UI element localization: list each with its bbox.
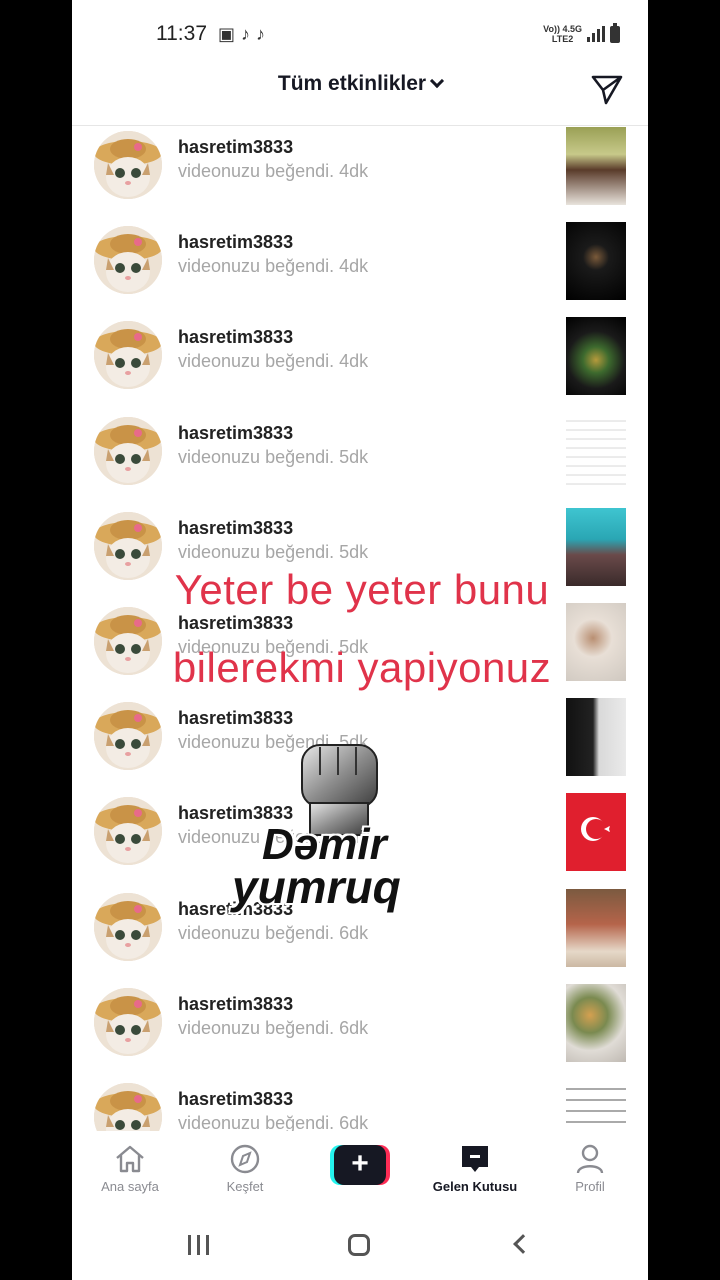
tiktok-icon: ♪ xyxy=(241,24,251,44)
username[interactable]: hasretim3833 xyxy=(178,327,293,348)
activity-text: videonuzu beğendi. 4dk xyxy=(178,256,368,277)
tiktok-icon: ♪ xyxy=(256,24,266,44)
video-thumbnail[interactable] xyxy=(566,317,626,396)
page-title: Tüm etkinlikler xyxy=(277,72,427,95)
activity-action: videonuzu beğendi. xyxy=(178,1017,335,1038)
video-thumbnail[interactable] xyxy=(566,1078,626,1131)
home-button[interactable] xyxy=(348,1234,370,1256)
tab-profile[interactable]: Profil xyxy=(540,1143,640,1194)
video-thumbnail[interactable] xyxy=(566,888,626,967)
activity-list: hasretim3833 videonuzu beğendi. 4dk hasret… xyxy=(72,127,648,1131)
video-thumbnail[interactable] xyxy=(566,222,626,301)
profile-icon xyxy=(576,1144,604,1174)
username[interactable]: hasretim3833 xyxy=(178,232,293,253)
activity-text: videonuzu beğendi. 4dk xyxy=(178,351,368,372)
network-label: Vo)) 4.5G LTE2 xyxy=(543,24,582,44)
activity-text: videonuzu beğendi. 6dk xyxy=(178,1113,368,1131)
activity-time: 4dk xyxy=(339,351,369,372)
status-icons-right: Vo)) 4.5G LTE2 xyxy=(543,22,620,44)
avatar[interactable] xyxy=(94,797,162,866)
compass-icon xyxy=(230,1144,260,1174)
home-icon xyxy=(116,1145,144,1173)
tab-inbox[interactable]: Gelen Kutusu xyxy=(425,1143,525,1194)
tab-home[interactable]: Ana sayfa xyxy=(80,1143,180,1194)
notification-row[interactable]: hasretim3833 videonuzu beğendi. 6dk xyxy=(72,963,648,1062)
username[interactable]: hasretim3833 xyxy=(178,1089,293,1110)
avatar[interactable] xyxy=(94,226,162,295)
activity-action: videonuzu beğendi. xyxy=(178,256,335,277)
create-video-button[interactable]: + xyxy=(330,1145,390,1185)
battery-icon xyxy=(610,22,620,43)
direct-message-icon[interactable] xyxy=(590,72,624,106)
activity-action: videonuzu beğendi. xyxy=(178,541,335,562)
activity-time: 6dk xyxy=(339,1017,369,1038)
video-thumbnail[interactable] xyxy=(566,127,626,205)
username[interactable]: hasretim3833 xyxy=(178,137,293,158)
activity-text: videonuzu beğendi. 5dk xyxy=(178,447,368,468)
username[interactable]: hasretim3833 xyxy=(178,613,293,634)
video-thumbnail[interactable] xyxy=(566,793,626,872)
sticker-text-bottom: yumruq xyxy=(232,861,401,913)
phone-screen: 11:37 ▣ ♪ ♪ Vo)) 4.5G LTE2 Tüm etkinlikl… xyxy=(72,0,648,1280)
avatar[interactable] xyxy=(94,416,162,485)
notification-row[interactable]: hasretim3833 videonuzu beğendi. 5dk xyxy=(72,392,648,491)
status-time: 11:37 xyxy=(156,22,207,45)
activity-action: videonuzu beğendi. xyxy=(178,161,335,181)
avatar[interactable] xyxy=(94,1082,162,1131)
avatar[interactable] xyxy=(94,987,162,1056)
notification-icons: ▣ ♪ ♪ xyxy=(218,24,265,45)
overlay-caption-line1: Yeter be yeter bunu xyxy=(174,566,550,613)
recents-button[interactable] xyxy=(188,1235,209,1255)
activity-action: videonuzu beğendi. xyxy=(178,1112,335,1131)
notification-row[interactable]: hasretim3833 videonuzu beğendi. 6dk xyxy=(72,1058,648,1131)
activity-time: 6dk xyxy=(339,1112,369,1131)
activity-text: videonuzu beğendi. 4dk xyxy=(178,161,368,182)
header: Tüm etkinlikler xyxy=(72,62,648,126)
back-button[interactable] xyxy=(513,1234,533,1254)
tab-discover[interactable]: Keşfet xyxy=(195,1143,295,1194)
username[interactable]: hasretim3833 xyxy=(178,518,293,539)
username[interactable]: hasretim3833 xyxy=(178,708,293,729)
username[interactable]: hasretim3833 xyxy=(178,994,293,1015)
activity-text: videonuzu beğendi. 6dk xyxy=(178,1018,368,1039)
username[interactable]: hasretim3833 xyxy=(178,423,293,444)
overlay-caption-line2: bilerekmi yapiyonuz xyxy=(172,644,552,691)
video-thumbnail[interactable] xyxy=(566,698,626,777)
activity-action: videonuzu beğendi. xyxy=(178,351,335,372)
signal-icon xyxy=(587,26,605,42)
notification-row[interactable]: hasretim3833 videonuzu beğendi. 4dk xyxy=(72,127,648,205)
activity-filter-dropdown[interactable]: Tüm etkinlikler xyxy=(72,72,648,96)
activity-time: 5dk xyxy=(339,541,369,562)
avatar[interactable] xyxy=(94,321,162,390)
inbox-icon xyxy=(462,1146,488,1172)
notification-row[interactable]: hasretim3833 videonuzu beğendi. 4dk xyxy=(72,201,648,301)
notification-row[interactable]: hasretim3833 videonuzu beğendi. 4dk xyxy=(72,296,648,396)
bottom-tab-bar: Ana sayfa Keşfet + Gelen Kutusu Profil xyxy=(72,1131,648,1213)
activity-text: videonuzu beğendi. 5dk xyxy=(178,542,368,563)
chevron-down-icon xyxy=(430,73,445,89)
video-thumbnail[interactable] xyxy=(566,412,626,491)
status-bar: 11:37 ▣ ♪ ♪ Vo)) 4.5G LTE2 xyxy=(72,0,648,70)
avatar[interactable] xyxy=(94,892,162,961)
system-nav-bar xyxy=(72,1213,648,1280)
video-thumbnail[interactable] xyxy=(566,983,626,1062)
avatar[interactable] xyxy=(94,131,162,199)
plus-icon: + xyxy=(334,1145,386,1185)
activity-time: 5dk xyxy=(339,446,369,467)
gallery-icon: ▣ xyxy=(218,24,236,44)
activity-time: 4dk xyxy=(339,161,369,181)
activity-action: videonuzu beğendi. xyxy=(178,446,335,467)
avatar[interactable] xyxy=(94,702,162,771)
activity-time: 4dk xyxy=(339,256,369,277)
